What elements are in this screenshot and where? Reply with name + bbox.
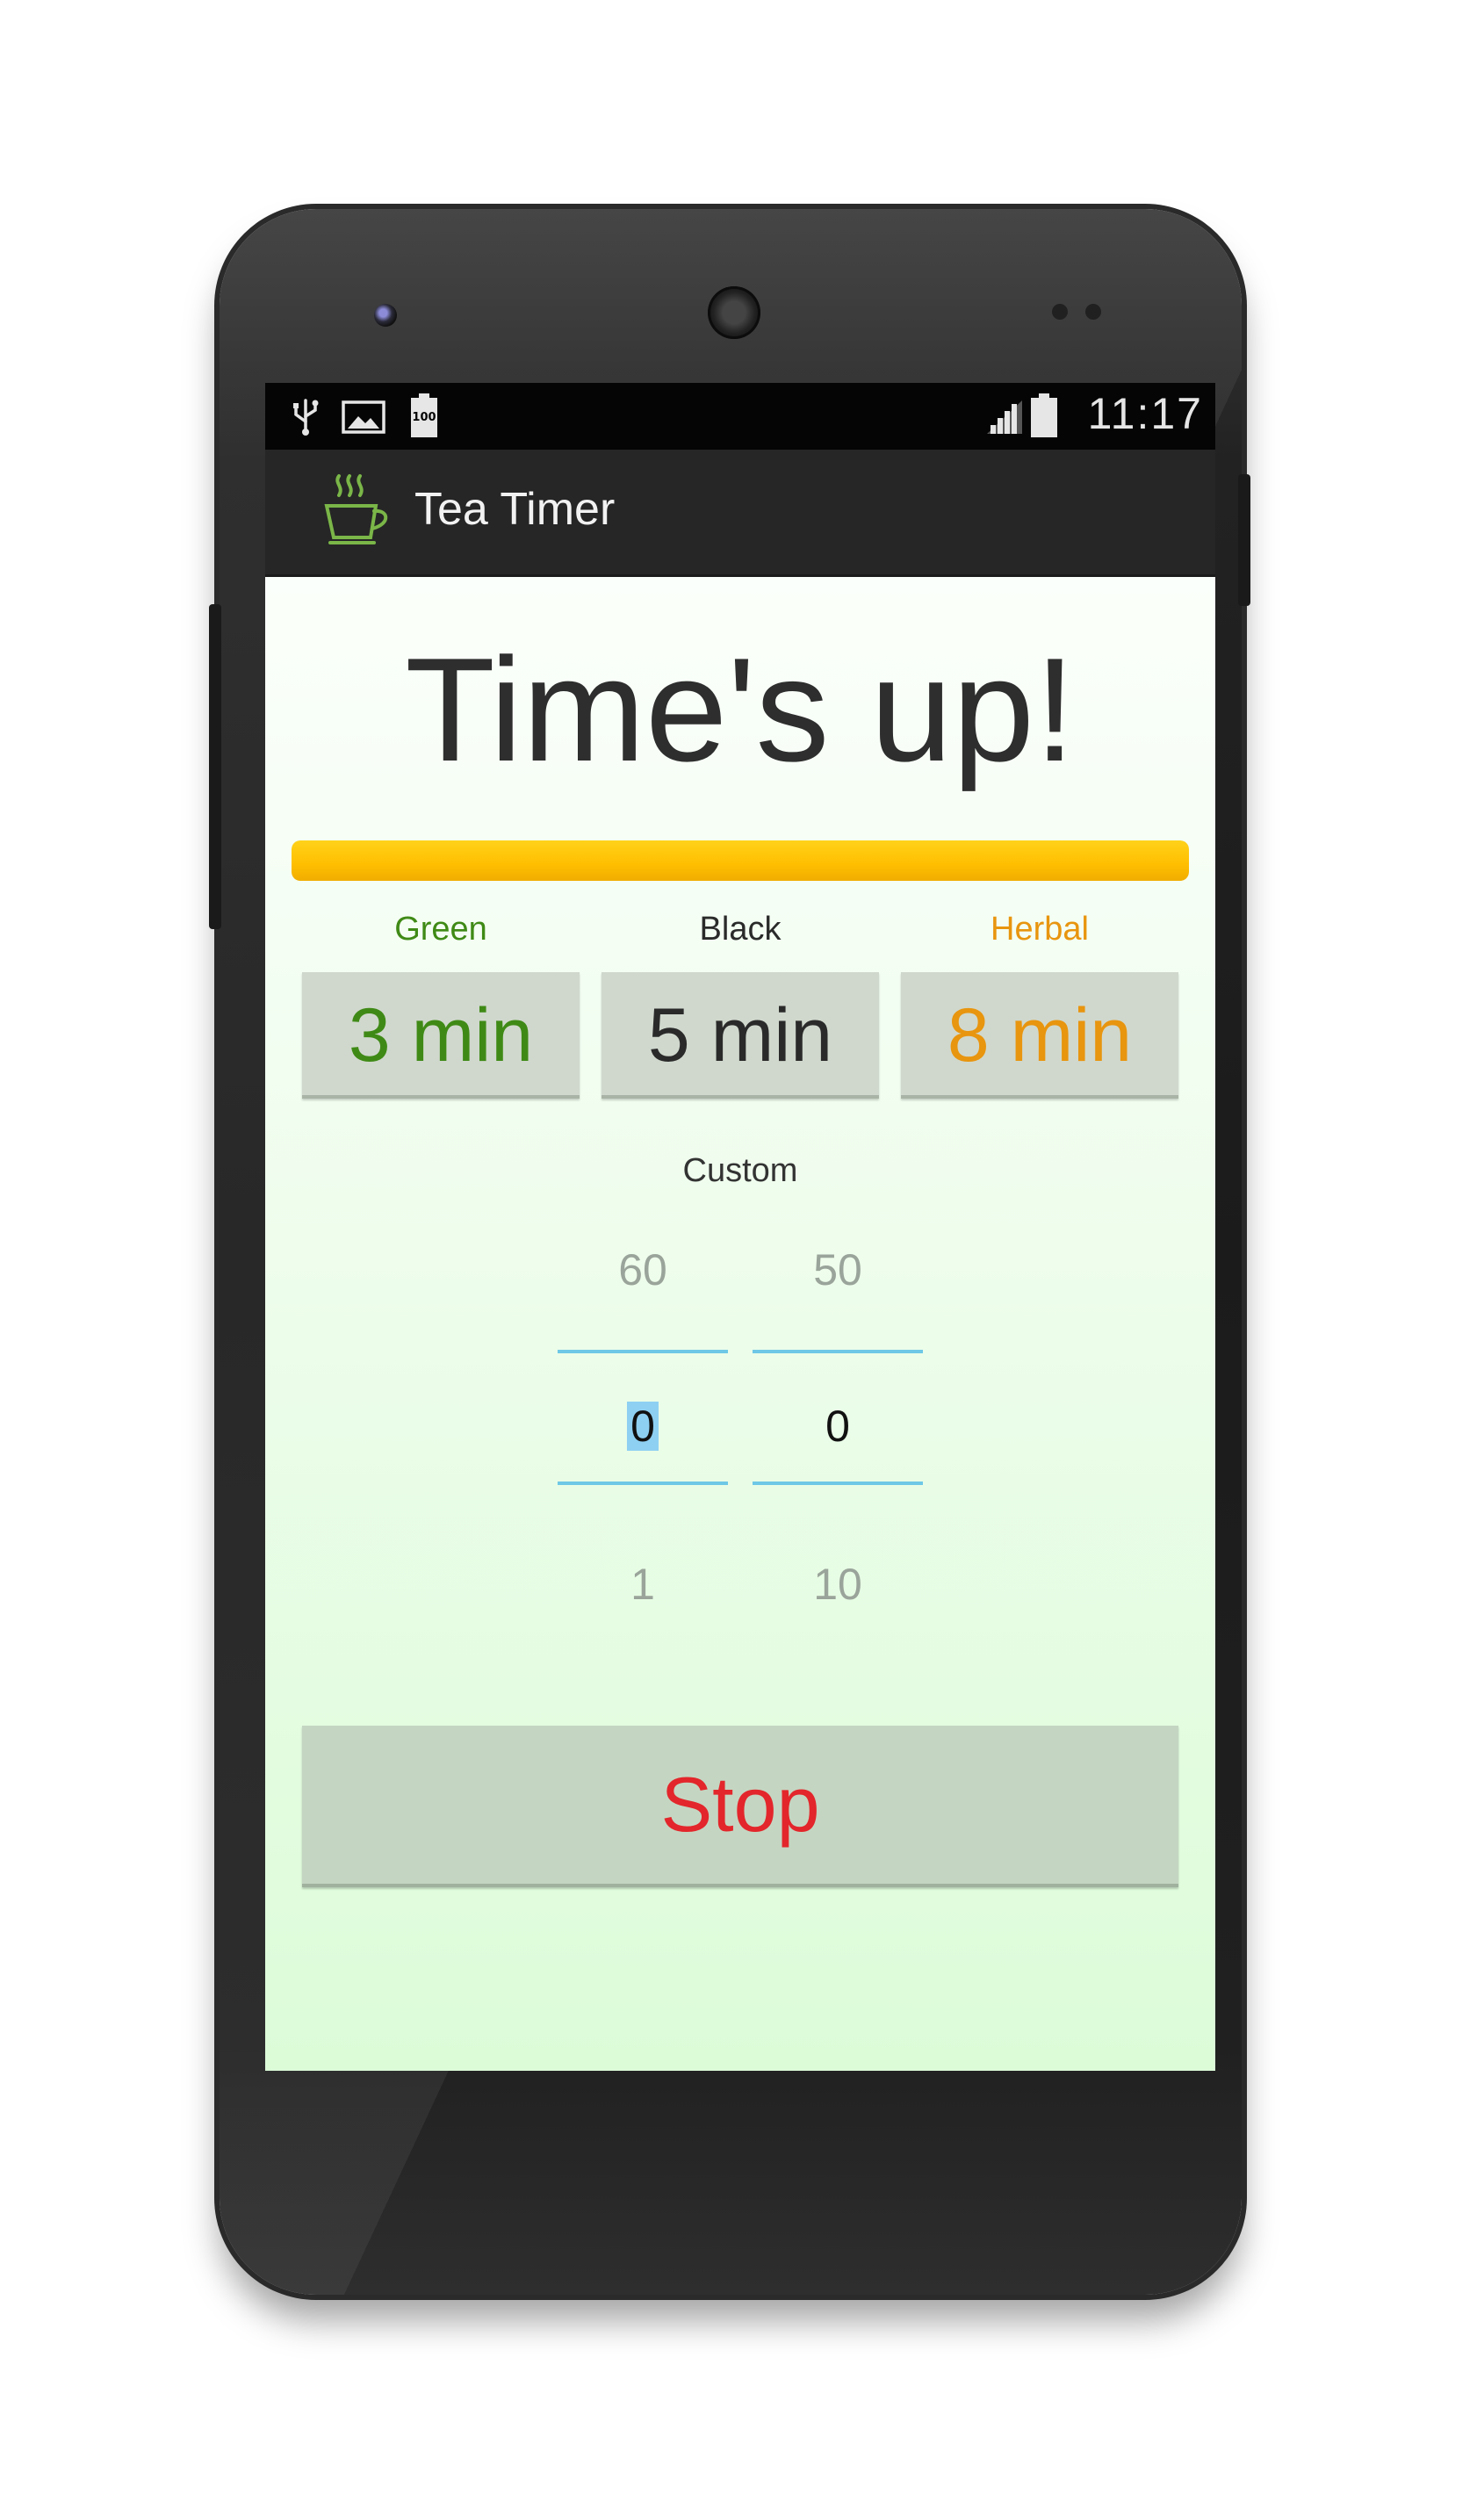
battery-level-text: 100 <box>412 411 436 424</box>
signal-icon <box>987 400 1022 434</box>
black-5-min-button[interactable]: 5 min <box>602 972 879 1099</box>
minutes-picker-input[interactable]: 0 <box>558 1401 728 1452</box>
minutes-picker[interactable]: 60 0 1 <box>558 1244 728 1609</box>
status-bar: 100 11:17 <box>265 383 1215 450</box>
power-button <box>1238 474 1250 606</box>
preset-label-herbal: Herbal <box>991 911 1089 948</box>
seconds-picker-divider-top <box>753 1350 923 1353</box>
status-clock: 11:17 <box>1087 389 1203 438</box>
green-3-min-button[interactable]: 3 min <box>302 972 580 1099</box>
preset-label-black: Black <box>699 911 782 948</box>
volume-button <box>209 604 221 929</box>
minutes-picker-divider-bottom <box>558 1482 728 1485</box>
app-title: Tea Timer <box>414 484 616 535</box>
seconds-picker[interactable]: 50 0 10 <box>753 1244 923 1609</box>
timer-progress-bar <box>292 840 1189 881</box>
stop-button[interactable]: Stop <box>302 1726 1178 1887</box>
minutes-picker-below[interactable]: 1 <box>558 1559 728 1610</box>
earpiece-speaker <box>708 286 760 339</box>
battery-icon-right <box>1031 393 1057 437</box>
seconds-picker-input[interactable]: 0 <box>753 1401 923 1452</box>
seconds-picker-divider-bottom <box>753 1482 923 1485</box>
proximity-sensor <box>1052 304 1068 320</box>
light-sensor <box>1085 304 1101 320</box>
seconds-picker-above[interactable]: 50 <box>753 1244 923 1295</box>
custom-label: Custom <box>682 1152 798 1189</box>
image-icon <box>342 400 385 434</box>
herbal-8-min-button[interactable]: 8 min <box>901 972 1178 1099</box>
minutes-picker-above[interactable]: 60 <box>558 1244 728 1295</box>
minutes-value-selected: 0 <box>627 1402 659 1451</box>
preset-label-green: Green <box>394 911 487 948</box>
action-bar: Tea Timer <box>265 450 1215 577</box>
minutes-picker-divider-top <box>558 1350 728 1353</box>
main-content: Time's up! Green Black Herbal 3 min 5 mi… <box>265 577 1215 2071</box>
seconds-picker-below[interactable]: 10 <box>753 1559 923 1610</box>
battery-icon: 100 <box>411 393 437 437</box>
screen: 100 11:17 Tea Timer Time's up! Green Bla… <box>265 383 1215 2071</box>
usb-icon <box>293 399 319 436</box>
progress-fill <box>292 840 1189 881</box>
front-camera <box>374 304 397 327</box>
timer-headline: Time's up! <box>405 627 1076 792</box>
tea-cup-icon[interactable] <box>321 471 395 548</box>
